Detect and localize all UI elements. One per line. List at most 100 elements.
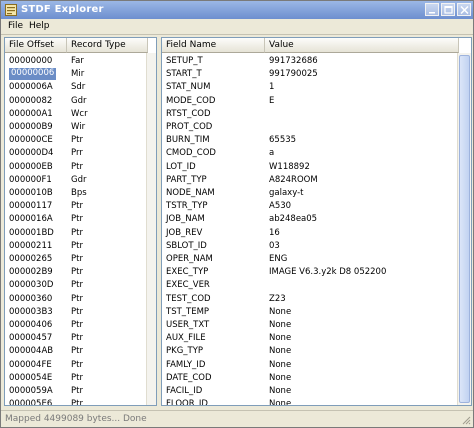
record-row[interactable]: 00000082 Gdr (5, 94, 156, 108)
record-row[interactable]: 00000211 Ptr (5, 239, 156, 253)
resize-grip-icon[interactable] (461, 415, 471, 425)
record-row[interactable]: 000002B9 Ptr (5, 265, 156, 279)
column-header-field-name[interactable]: Field Name (162, 38, 265, 53)
field-value: None (269, 399, 292, 406)
field-row[interactable]: TST_TEMP None (162, 305, 471, 319)
record-row[interactable]: 00000006 Mir (5, 67, 156, 81)
field-row[interactable]: SETUP_T 991732686 (162, 54, 471, 68)
record-row[interactable]: 00000265 Ptr (5, 252, 156, 266)
field-row[interactable]: EXEC_VER (162, 278, 471, 292)
field-name: CMOD_COD (166, 148, 216, 159)
record-offset: 00000000 (9, 56, 53, 66)
record-type: Prr (71, 148, 83, 159)
record-type: Ptr (71, 399, 83, 406)
record-row[interactable]: 000000CE Ptr (5, 133, 156, 147)
record-type: Ptr (71, 333, 83, 344)
field-row[interactable]: AUX_FILE None (162, 331, 471, 345)
record-offset: 000000CE (9, 135, 53, 146)
field-row[interactable]: NODE_NAM galaxy-t (162, 186, 471, 200)
record-row[interactable]: 000003B3 Ptr (5, 305, 156, 319)
record-row[interactable]: 00000360 Ptr (5, 292, 156, 306)
column-header-record-type[interactable]: Record Type (67, 38, 148, 53)
field-row[interactable]: FACIL_ID None (162, 384, 471, 398)
record-offset: 00000406 (9, 320, 53, 330)
record-row[interactable]: 000000A1 Wcr (5, 107, 156, 121)
field-row[interactable]: PKG_TYP None (162, 344, 471, 358)
field-row[interactable]: TSTR_TYP A530 (162, 199, 471, 213)
record-row[interactable]: 0000006A Sdr (5, 80, 156, 94)
record-row[interactable]: 0000010B Bps (5, 186, 156, 200)
record-row[interactable]: 000000D4 Prr (5, 146, 156, 160)
field-name: PROT_COD (166, 122, 213, 132)
record-offset: 00000360 (9, 293, 53, 304)
field-row[interactable]: START_T 991790025 (162, 67, 471, 81)
record-list[interactable]: File Offset Record Type 00000000 Far 00000… (4, 37, 157, 406)
record-row[interactable]: 000004FE Ptr (5, 358, 156, 372)
record-offset: 000003B3 (9, 306, 53, 317)
field-row[interactable]: FAMLY_ID None (162, 358, 471, 372)
field-row[interactable]: USER_TXT None (162, 318, 471, 332)
field-row[interactable]: EXEC_TYP IMAGE V6.3.y2k D8 052200 (162, 265, 471, 279)
field-name: JOB_NAM (166, 214, 205, 225)
record-type: Ptr (71, 280, 83, 291)
record-row[interactable]: 000001BD Ptr (5, 226, 156, 240)
record-row[interactable]: 0000059A Ptr (5, 384, 156, 398)
record-row[interactable]: 000000F1 Gdr (5, 173, 156, 187)
field-row[interactable]: FLOOR_ID None (162, 397, 471, 406)
field-list-scrollbar[interactable] (457, 53, 471, 405)
field-row[interactable]: SBLOT_ID 03 (162, 239, 471, 253)
record-row[interactable]: 00000457 Ptr (5, 331, 156, 345)
minimize-button[interactable] (425, 3, 439, 16)
record-row[interactable]: 000005E6 Ptr (5, 397, 156, 406)
record-row[interactable]: 0000030D Ptr (5, 278, 156, 292)
record-offset: 0000006A (9, 82, 53, 93)
column-header-file-offset[interactable]: File Offset (5, 38, 67, 53)
column-header-value[interactable]: Value (265, 38, 459, 53)
record-offset: 000000A1 (9, 108, 53, 119)
record-row[interactable]: 000000EB Ptr (5, 160, 156, 174)
field-list-scroll-thumb[interactable] (459, 55, 470, 403)
record-row[interactable]: 000000B9 Wir (5, 120, 156, 134)
record-row[interactable]: 00000000 Far (5, 54, 156, 68)
record-row[interactable]: 00000117 Ptr (5, 199, 156, 213)
field-row[interactable]: MODE_COD E (162, 94, 471, 108)
record-row[interactable]: 000004AB Ptr (5, 344, 156, 358)
record-offset: 00000211 (9, 240, 53, 251)
field-row[interactable]: DATE_COD None (162, 371, 471, 385)
title-bar[interactable]: STDF Explorer (1, 1, 473, 19)
field-row[interactable]: RTST_COD (162, 107, 471, 121)
field-name: OPER_NAM (166, 254, 213, 264)
field-row[interactable]: BURN_TIM 65535 (162, 133, 471, 147)
record-row[interactable]: 00000406 Ptr (5, 318, 156, 332)
field-row[interactable]: PROT_COD (162, 120, 471, 134)
field-row[interactable]: STAT_NUM 1 (162, 80, 471, 94)
field-row[interactable]: TEST_COD Z23 (162, 292, 471, 306)
field-name: TEST_COD (166, 293, 211, 304)
record-type: Ptr (71, 372, 83, 383)
maximize-button[interactable] (441, 3, 455, 16)
record-row[interactable]: 0000054E Ptr (5, 371, 156, 385)
field-row[interactable]: LOT_ID W118892 (162, 160, 471, 174)
menu-help[interactable]: Help (29, 21, 50, 31)
record-type: Ptr (71, 320, 83, 330)
field-row[interactable]: JOB_NAM ab248ea05 (162, 212, 471, 226)
record-offset: 00000117 (9, 201, 53, 212)
field-value: 65535 (269, 135, 297, 146)
field-row[interactable]: OPER_NAM ENG (162, 252, 471, 266)
field-value: 991732686 (269, 56, 318, 66)
field-row[interactable]: PART_TYP A824ROOM (162, 173, 471, 187)
field-name: SETUP_T (166, 56, 203, 66)
record-offset: 000001BD (9, 227, 54, 238)
record-row[interactable]: 0000016A Ptr (5, 212, 156, 226)
record-offset: 000000D4 (9, 148, 54, 159)
field-row[interactable]: JOB_REV 16 (162, 226, 471, 240)
field-name: USER_TXT (166, 320, 210, 330)
close-button[interactable] (457, 3, 471, 16)
field-value: 1 (269, 82, 275, 93)
field-name: PART_TYP (166, 174, 207, 185)
field-list[interactable]: Field Name Value SETUP_T 991732686 START_T… (161, 37, 472, 406)
record-list-scrollbar[interactable] (146, 53, 156, 405)
menu-file[interactable]: File (8, 21, 23, 31)
record-type: Gdr (71, 174, 87, 185)
field-row[interactable]: CMOD_COD a (162, 146, 471, 160)
